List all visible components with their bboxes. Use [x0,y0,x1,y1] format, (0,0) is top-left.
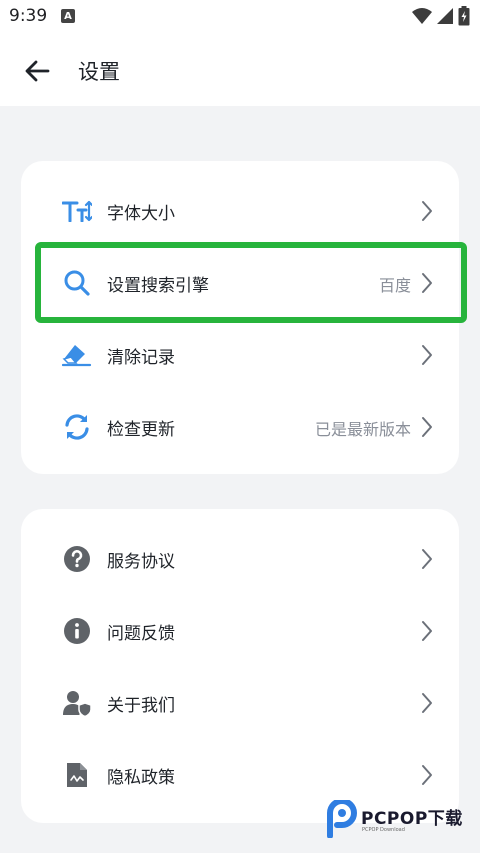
watermark-text: PCPOP下载 [361,809,463,829]
question-icon [61,545,93,573]
settings-card-about: 服务协议 问题反馈 关于我们 隐私政策 [21,509,459,823]
battery-icon [458,6,470,26]
feedback-label: 问题反馈 [107,624,175,644]
check-update-row[interactable]: 检查更新 已是最新版本 [21,391,459,463]
eraser-icon [61,341,93,369]
back-button[interactable] [20,54,54,88]
chevron-right-icon [422,693,432,713]
chevron-right-icon [422,765,432,785]
chevron-right-icon [422,201,432,221]
chevron-right-icon [422,621,432,641]
font-size-label: 字体大小 [107,204,175,224]
status-time: 9:39 [9,6,48,26]
text-size-icon [61,197,93,225]
about-us-row[interactable]: 关于我们 [21,667,459,739]
refresh-icon [61,413,93,441]
app-bar: 设置 [0,38,480,102]
chevron-right-icon [422,549,432,569]
clear-history-label: 清除记录 [107,348,175,368]
service-agreement-label: 服务协议 [107,552,175,572]
user-shield-icon [61,689,93,717]
status-bar: 9:39 A [0,0,480,34]
watermark: PCPOP下载 PCPOP Download [325,800,475,840]
watermark-logo-icon [327,800,357,838]
document-icon [61,761,93,789]
feedback-row[interactable]: 问题反馈 [21,595,459,667]
page-title: 设置 [78,60,120,84]
info-icon [61,617,93,645]
notification-icon: A [61,9,75,23]
font-size-row[interactable]: 字体大小 [21,175,459,247]
signal-icon [437,8,453,24]
check-update-label: 检查更新 [107,420,175,440]
chevron-right-icon [422,417,432,437]
wifi-icon [412,8,432,24]
highlight-frame [35,242,467,323]
status-indicators [412,6,470,26]
arrow-left-icon [25,60,50,82]
chevron-right-icon [422,345,432,365]
clear-history-row[interactable]: 清除记录 [21,319,459,391]
privacy-policy-label: 隐私政策 [107,768,175,788]
watermark-subtext: PCPOP Download [362,827,405,833]
service-agreement-row[interactable]: 服务协议 [21,523,459,595]
about-us-label: 关于我们 [107,696,175,716]
check-update-value: 已是最新版本 [314,420,411,439]
